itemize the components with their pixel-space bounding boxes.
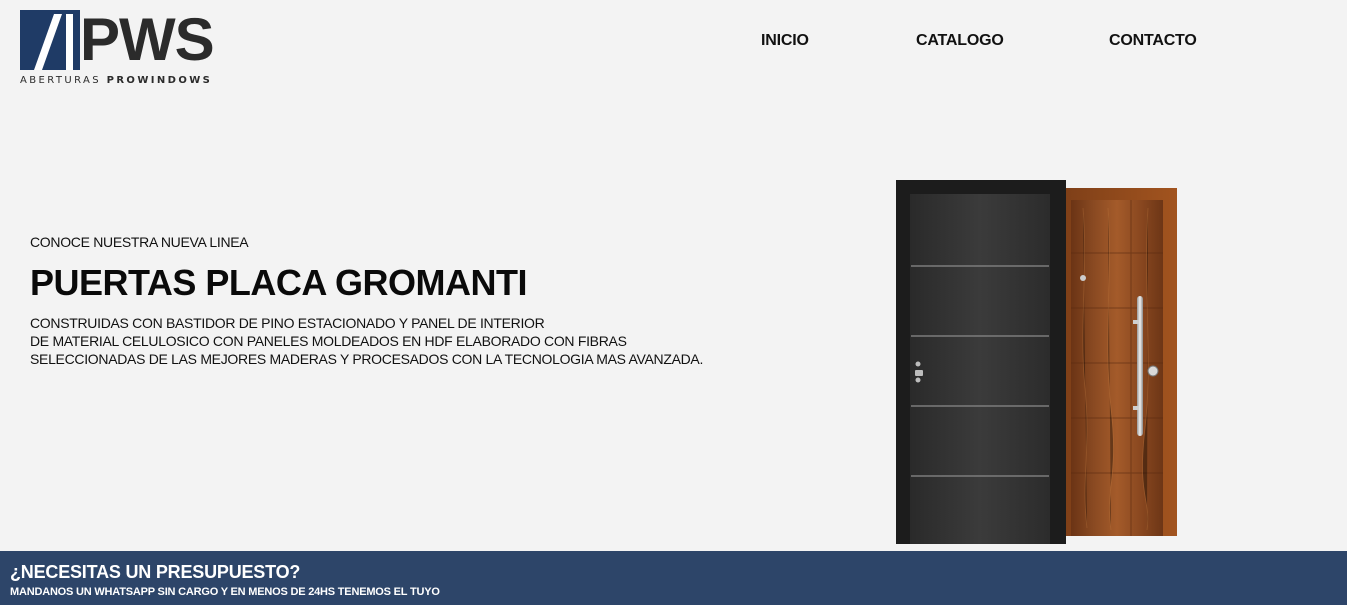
quote-banner[interactable]: ¿NECESITAS UN PRESUPUESTO? MANDANOS UN W… <box>0 551 1347 605</box>
main-nav: INICIO CATALOGO CONTACTO <box>0 32 1347 54</box>
wood-door-icon <box>1063 188 1177 536</box>
nav-link-inicio[interactable]: INICIO <box>761 32 809 50</box>
banner-subtitle: MANDANOS UN WHATSAPP SIN CARGO Y EN MENO… <box>10 586 440 598</box>
hero-description: CONSTRUIDAS CON BASTIDOR DE PINO ESTACIO… <box>30 314 790 368</box>
nav-link-catalogo[interactable]: CATALOGO <box>916 32 1004 50</box>
banner-title: ¿NECESITAS UN PRESUPUESTO? <box>10 562 301 582</box>
logo-tagline-bold: PROWINDOWS <box>106 75 213 86</box>
hero-text: CONOCE NUESTRA NUEVA LINEA PUERTAS PLACA… <box>30 233 790 368</box>
hero-description-line: CONSTRUIDAS CON BASTIDOR DE PINO ESTACIO… <box>30 315 545 331</box>
hero-kicker: CONOCE NUESTRA NUEVA LINEA <box>30 234 249 250</box>
dark-door-icon <box>896 180 1066 544</box>
hero-description-line: DE MATERIAL CELULOSICO CON PANELES MOLDE… <box>30 333 627 349</box>
logo-tagline-light: ABERTURAS <box>20 75 101 86</box>
hero-title: PUERTAS PLACA GROMANTI <box>30 262 528 303</box>
logo-tagline: ABERTURAS PROWINDOWS <box>20 75 212 86</box>
hero-description-line: SELECCIONADAS DE LAS MEJORES MADERAS Y P… <box>30 351 704 367</box>
nav-link-contacto[interactable]: CONTACTO <box>1109 32 1197 50</box>
door-product-image <box>893 178 1183 546</box>
site-header: PWS ABERTURAS PROWINDOWS INICIO CATALOGO… <box>0 0 1347 100</box>
